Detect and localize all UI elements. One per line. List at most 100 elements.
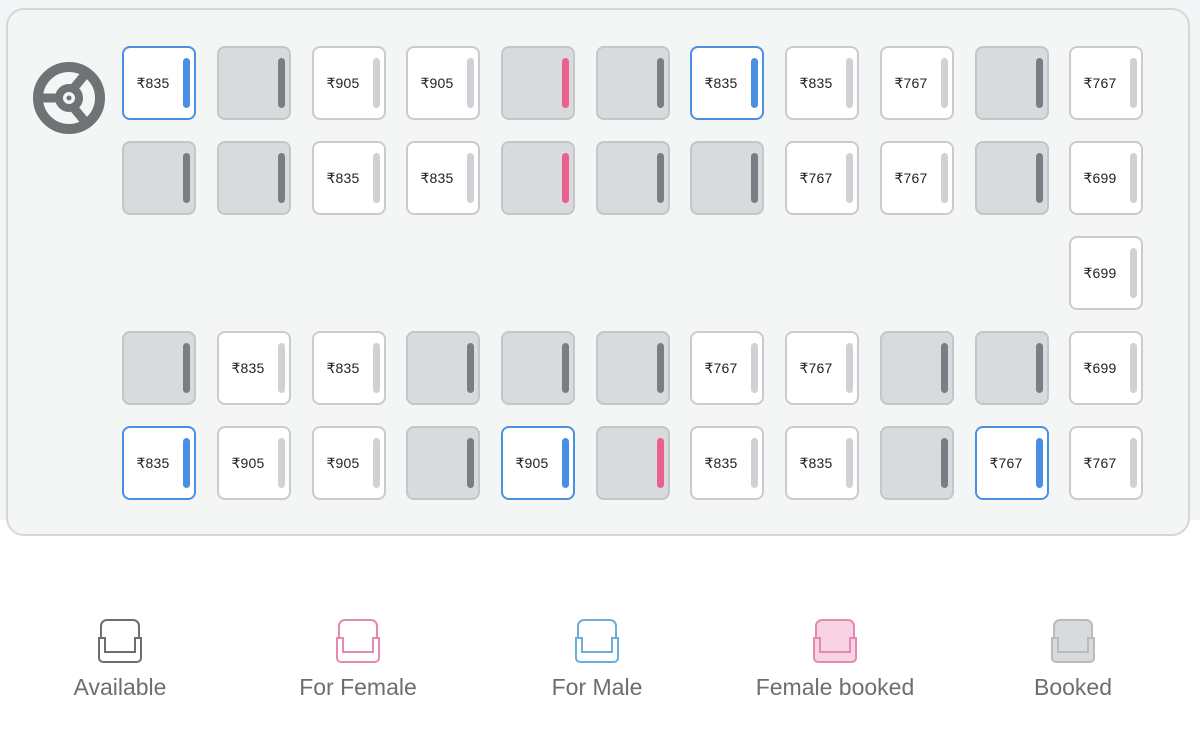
seat-available[interactable]: ₹835: [690, 426, 764, 500]
seat-price: [124, 143, 182, 213]
seat-price: [408, 428, 466, 498]
seat-pillow: [467, 58, 474, 108]
seat-pillow: [846, 58, 853, 108]
seat-price: ₹767: [1083, 454, 1117, 471]
legend-item-female-booked: Female booked: [715, 618, 955, 701]
steering-wheel-icon: [33, 62, 105, 134]
seat-available[interactable]: ₹699: [1069, 236, 1143, 310]
legend-item-booked: Booked: [953, 618, 1193, 701]
seat-booked[interactable]: [880, 426, 954, 500]
seat-booked[interactable]: [217, 46, 291, 120]
seat-available[interactable]: ₹835: [312, 141, 386, 215]
seat-pillow: [562, 438, 569, 488]
seat-booked[interactable]: [975, 46, 1049, 120]
seat-male[interactable]: ₹835: [690, 46, 764, 120]
seat-pillow: [562, 343, 569, 393]
seat-pillow: [183, 438, 190, 488]
seat-booked[interactable]: [501, 331, 575, 405]
seat-price: [882, 333, 940, 403]
seat-price: ₹905: [420, 74, 454, 91]
seat-booked[interactable]: [406, 331, 480, 405]
seat-available[interactable]: ₹699: [1069, 141, 1143, 215]
seat-male[interactable]: ₹835: [122, 426, 196, 500]
seat-pillow: [562, 58, 569, 108]
seat-booked[interactable]: [217, 141, 291, 215]
seat-pillow: [1130, 58, 1137, 108]
legend-label: For Male: [551, 674, 643, 700]
seat-price: [503, 333, 561, 403]
seat-male[interactable]: ₹835: [122, 46, 196, 120]
seat-price: ₹835: [136, 454, 170, 471]
seat-pillow: [1130, 343, 1137, 393]
seat-available[interactable]: ₹905: [312, 46, 386, 120]
seat-pillow: [183, 343, 190, 393]
seat-pillow: [373, 438, 380, 488]
seat-price: ₹835: [231, 359, 265, 376]
seat-price: [219, 143, 277, 213]
seat-pillow: [1130, 438, 1137, 488]
legend-item-male: For Male: [477, 618, 717, 701]
seat-price: ₹905: [515, 454, 549, 471]
seat-price: ₹767: [1083, 74, 1117, 91]
seat-price: [977, 333, 1035, 403]
seat-available-icon: [98, 619, 142, 663]
legend-label: Booked: [1033, 674, 1112, 700]
seat-booked[interactable]: [122, 141, 196, 215]
seat-pillow: [846, 343, 853, 393]
seat-available[interactable]: ₹835: [312, 331, 386, 405]
seat-available[interactable]: ₹835: [785, 426, 859, 500]
seat-male[interactable]: ₹905: [501, 426, 575, 500]
seat-price: [598, 143, 656, 213]
seat-available[interactable]: ₹905: [312, 426, 386, 500]
seat-pillow: [373, 153, 380, 203]
seat-pillow: [1130, 248, 1137, 298]
seat-available[interactable]: ₹767: [785, 141, 859, 215]
seat-price: [882, 428, 940, 498]
seat-pillow: [278, 153, 285, 203]
seat-available[interactable]: ₹767: [785, 331, 859, 405]
seat-pillow: [1036, 343, 1043, 393]
seat-available[interactable]: ₹905: [406, 46, 480, 120]
seat-booked[interactable]: [975, 141, 1049, 215]
seat-price: [977, 48, 1035, 118]
seat-price: [977, 143, 1035, 213]
seat-booked[interactable]: [880, 331, 954, 405]
seat-pillow: [941, 438, 948, 488]
seat-pillow: [278, 343, 285, 393]
seat-pillow: [183, 153, 190, 203]
seat-male[interactable]: ₹767: [975, 426, 1049, 500]
seat-available[interactable]: ₹699: [1069, 331, 1143, 405]
seat-booked[interactable]: [690, 141, 764, 215]
legend-item-female: For Female: [238, 618, 478, 701]
seat-available[interactable]: ₹835: [217, 331, 291, 405]
seat-price: ₹835: [326, 359, 360, 376]
seat-available[interactable]: ₹767: [880, 46, 954, 120]
seat-female-booked[interactable]: [501, 141, 575, 215]
seat-price: [692, 143, 750, 213]
seat-pillow: [1036, 153, 1043, 203]
seat-price: ₹767: [894, 74, 928, 91]
seat-price: ₹699: [1083, 169, 1117, 186]
seat-booked[interactable]: [596, 331, 670, 405]
seat-price: ₹835: [136, 74, 170, 91]
seat-booked[interactable]: [975, 331, 1049, 405]
seat-available[interactable]: ₹905: [217, 426, 291, 500]
seat-available[interactable]: ₹767: [1069, 426, 1143, 500]
seat-booked[interactable]: [122, 331, 196, 405]
legend-item-available: Available: [0, 618, 240, 701]
seat-available[interactable]: ₹767: [690, 331, 764, 405]
seat-available[interactable]: ₹835: [785, 46, 859, 120]
seat-available[interactable]: ₹767: [880, 141, 954, 215]
seat-booked[interactable]: [406, 426, 480, 500]
seat-booked[interactable]: [596, 46, 670, 120]
seat-pillow: [751, 343, 758, 393]
seat-female-booked[interactable]: [596, 426, 670, 500]
seat-booked-icon: [1051, 619, 1095, 663]
seat-pillow: [751, 58, 758, 108]
seat-female-booked[interactable]: [501, 46, 575, 120]
seat-available[interactable]: ₹767: [1069, 46, 1143, 120]
seat-price: ₹835: [326, 169, 360, 186]
seat-booked[interactable]: [596, 141, 670, 215]
seat-available[interactable]: ₹835: [406, 141, 480, 215]
seat-price: [408, 333, 466, 403]
